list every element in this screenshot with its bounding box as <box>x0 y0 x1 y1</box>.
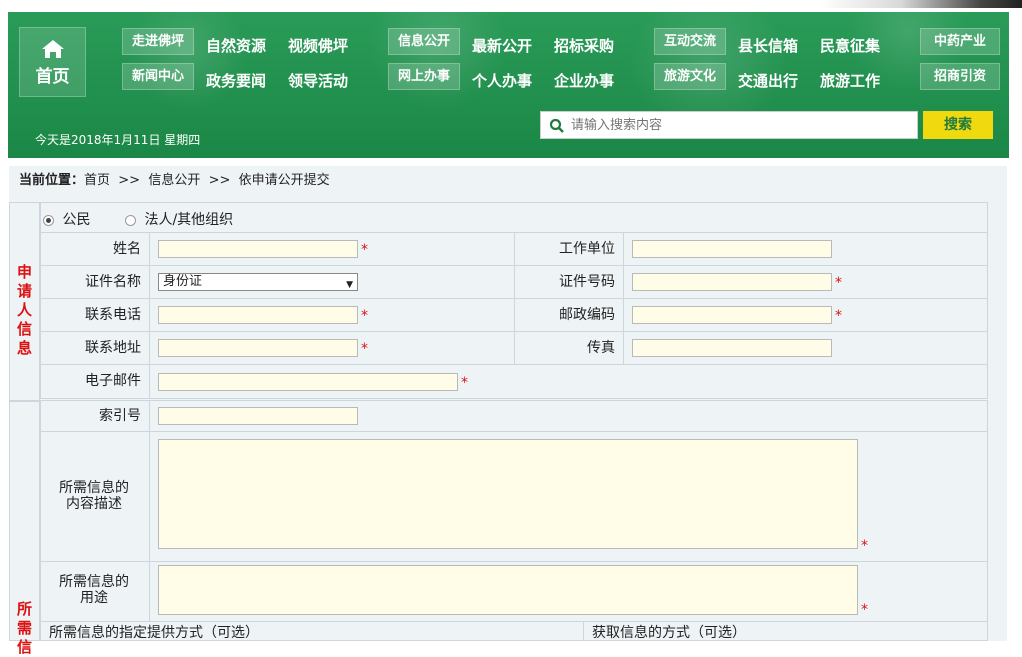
postcode-input[interactable] <box>632 306 832 324</box>
breadcrumb-path: 首页 >> 信息公开 >> 依申请公开提交 <box>84 173 330 188</box>
application-form: 申 请 人 信 息 所 需 信 公民 法人/其他组织 姓名 * 工作单位 证件名… <box>9 200 1007 656</box>
row-index: 索引号 <box>40 400 988 432</box>
label-content-desc: 所需信息的 内容描述 <box>59 480 129 512</box>
cell-divider <box>150 233 515 265</box>
fax-input[interactable] <box>632 339 832 357</box>
nav-tag-xinxi[interactable]: 信息公开 <box>388 28 460 55</box>
section-applicant-label: 申 请 人 信 息 <box>9 202 40 401</box>
id-number-input[interactable] <box>632 273 832 291</box>
nav-link-minyi[interactable]: 民意征集 <box>820 35 880 56</box>
cell-divider <box>150 332 515 364</box>
label-email: 电子邮件 <box>41 365 150 398</box>
label-index-no: 索引号 <box>41 401 150 431</box>
search-box[interactable] <box>540 111 918 139</box>
row-methods: 所需信息的指定提供方式（可选） 获取信息的方式（可选） <box>40 622 988 641</box>
home-icon <box>41 40 64 58</box>
row-purpose: 所需信息的 用途 * <box>40 562 988 622</box>
row-phone: 联系电话 * 邮政编码 * <box>40 299 988 332</box>
label-id-type: 证件名称 <box>41 266 150 298</box>
nav-tag-xinwen[interactable]: 新闻中心 <box>122 63 194 90</box>
row-name: 姓名 * 工作单位 <box>40 233 988 266</box>
row-applicant-type: 公民 法人/其他组织 <box>40 202 988 233</box>
label-name: 姓名 <box>41 233 150 265</box>
nav-tag-zoujin[interactable]: 走进佛坪 <box>122 28 194 55</box>
search-input[interactable] <box>571 115 911 135</box>
breadcrumb-prefix: 当前位置： <box>19 173 85 188</box>
radio-legal[interactable]: 法人/其他组织 <box>125 209 233 229</box>
required-mark: * <box>861 538 868 554</box>
index-no-input[interactable] <box>158 407 358 425</box>
content-desc-textarea[interactable] <box>158 439 858 549</box>
email-input[interactable] <box>158 373 458 391</box>
nav-tag-wangshang[interactable]: 网上办事 <box>388 63 460 90</box>
label-phone: 联系电话 <box>41 299 150 331</box>
radio-citizen-button[interactable] <box>43 214 54 226</box>
radio-citizen[interactable]: 公民 <box>43 209 90 229</box>
label-cell: 所需信息的 内容描述 <box>41 432 150 561</box>
label-address: 联系地址 <box>41 332 150 364</box>
nav-link-ziran[interactable]: 自然资源 <box>206 35 266 56</box>
row-address: 联系地址 * 传真 <box>40 332 988 365</box>
cell-divider <box>150 299 515 331</box>
row-content-desc: 所需信息的 内容描述 * <box>40 432 988 562</box>
section-needed-label: 所 需 信 <box>9 401 40 656</box>
nav-tag-lvyou[interactable]: 旅游文化 <box>654 63 726 90</box>
nav-link-qiye[interactable]: 企业办事 <box>554 70 614 91</box>
top-decoration <box>820 0 1022 8</box>
required-mark: * <box>835 308 842 324</box>
nav-link-lingdao[interactable]: 领导活动 <box>288 70 348 91</box>
nav-tag-zhaoshang[interactable]: 招商引资 <box>920 63 1000 90</box>
work-unit-input[interactable] <box>632 240 832 258</box>
home-button[interactable]: 首页 <box>19 27 86 97</box>
label-work-unit: 工作单位 <box>515 233 624 265</box>
nav-link-xianzhang[interactable]: 县长信箱 <box>738 35 798 56</box>
required-mark: * <box>835 275 842 291</box>
nav-link-lvyougongzuo[interactable]: 旅游工作 <box>820 70 880 91</box>
row-email: 电子邮件 * <box>40 365 988 399</box>
label-cell: 所需信息的 用途 <box>41 562 150 621</box>
nav-link-zhengwu[interactable]: 政务要闻 <box>206 70 266 91</box>
home-label: 首页 <box>35 67 70 87</box>
label-provide-method: 所需信息的指定提供方式（可选） <box>41 622 584 641</box>
row-id: 证件名称 身份证 ▼ 证件号码 * <box>40 266 988 299</box>
required-mark: * <box>861 602 868 618</box>
nav-link-zhaobiao[interactable]: 招标采购 <box>554 35 614 56</box>
date-text: 今天是2018年1月11日 星期四 <box>35 133 201 147</box>
breadcrumb: 当前位置：首页 >> 信息公开 >> 依申请公开提交 <box>9 166 1007 200</box>
label-purpose: 所需信息的 用途 <box>59 574 129 606</box>
label-fax: 传真 <box>515 332 624 364</box>
search-button[interactable]: 搜索 <box>923 111 993 139</box>
cell-divider <box>150 266 515 298</box>
nav-link-shipin[interactable]: 视频佛坪 <box>288 35 348 56</box>
nav-tag-zhongyao[interactable]: 中药产业 <box>920 28 1000 55</box>
label-postcode: 邮政编码 <box>515 299 624 331</box>
nav-link-geren[interactable]: 个人办事 <box>472 70 532 91</box>
required-mark: * <box>461 375 468 391</box>
radio-legal-button[interactable] <box>125 214 136 226</box>
nav-link-jiaotong[interactable]: 交通出行 <box>738 70 798 91</box>
search-icon <box>549 118 564 133</box>
purpose-textarea[interactable] <box>158 565 858 615</box>
label-id-number: 证件号码 <box>515 266 624 298</box>
nav-link-zuixin[interactable]: 最新公开 <box>472 35 532 56</box>
nav-tag-hudong[interactable]: 互动交流 <box>654 28 726 55</box>
